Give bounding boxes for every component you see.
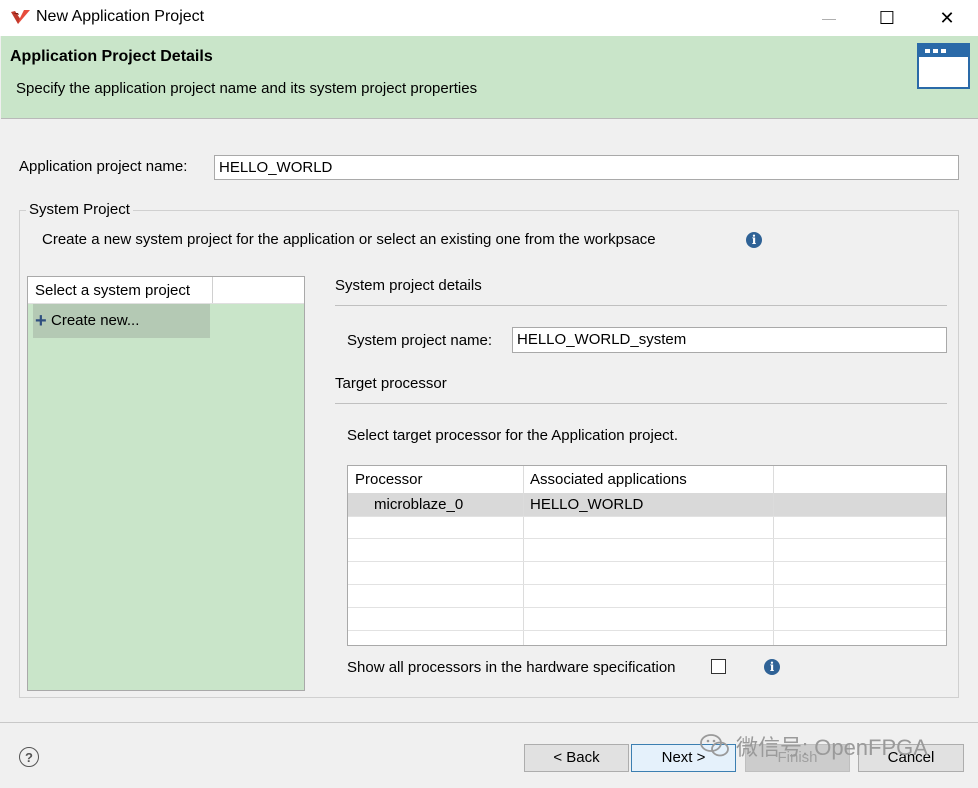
select-target-instruction: Select target processor for the Applicat…: [347, 427, 679, 444]
system-project-list[interactable]: Select a system project + Create new...: [27, 276, 305, 691]
app-project-name-label: Application project name:: [19, 158, 188, 175]
application-window-icon: [917, 43, 970, 89]
vivado-logo-icon: [11, 10, 30, 24]
wechat-icon: [700, 734, 729, 757]
column-divider: [523, 466, 524, 645]
title-bar: New Application Project — ☐ ✕: [0, 0, 978, 36]
divider: [335, 305, 947, 306]
app-project-name-input[interactable]: HELLO_WORLD: [214, 155, 959, 180]
info-icon[interactable]: i: [764, 659, 780, 675]
show-all-processors-checkbox[interactable]: [711, 659, 726, 674]
watermark-text: 微信号: OpenFPGA: [736, 735, 928, 760]
close-icon: ✕: [939, 7, 955, 28]
row-divider: [348, 630, 946, 631]
system-project-description: Create a new system project for the appl…: [42, 231, 656, 248]
table-cell-applications: HELLO_WORLD: [530, 496, 644, 513]
processor-table[interactable]: Processor Associated applications microb…: [347, 465, 947, 646]
show-all-processors-label: Show all processors in the hardware spec…: [347, 659, 676, 676]
close-button[interactable]: ✕: [918, 0, 976, 36]
window-title: New Application Project: [36, 8, 205, 25]
watermark: 微信号: OpenFPGA: [700, 730, 928, 762]
system-project-group-label: System Project: [26, 201, 133, 218]
wizard-header: Application Project Details Specify the …: [1, 36, 978, 119]
row-divider: [348, 538, 946, 539]
system-project-name-label: System project name:: [347, 332, 493, 349]
list-item-create-new[interactable]: + Create new...: [33, 304, 210, 338]
page-subtitle: Specify the application project name and…: [16, 80, 478, 97]
help-icon[interactable]: ?: [19, 747, 39, 767]
row-divider: [348, 607, 946, 608]
column-header-processor[interactable]: Processor: [355, 466, 423, 492]
minimize-icon: —: [822, 10, 836, 26]
table-cell-processor: microblaze_0: [374, 496, 464, 513]
list-header-label: Select a system project: [35, 282, 191, 299]
column-divider: [773, 466, 774, 645]
row-divider: [348, 561, 946, 562]
maximize-button[interactable]: ☐: [858, 0, 916, 36]
list-item-label: Create new...: [51, 312, 140, 329]
row-divider: [348, 516, 946, 517]
list-header: Select a system project: [28, 277, 304, 304]
column-divider: [212, 277, 213, 303]
system-project-name-input[interactable]: HELLO_WORLD_system: [512, 327, 947, 353]
maximize-icon: ☐: [878, 7, 896, 28]
page-title: Application Project Details: [10, 48, 213, 65]
minimize-button[interactable]: —: [800, 0, 858, 36]
target-processor-heading: Target processor: [335, 375, 447, 392]
row-divider: [348, 584, 946, 585]
footer-divider: [0, 722, 978, 723]
column-header-associated-applications[interactable]: Associated applications: [530, 466, 687, 492]
back-button[interactable]: < Back: [524, 744, 629, 772]
info-icon[interactable]: i: [746, 232, 762, 248]
plus-icon: +: [35, 310, 47, 332]
system-project-details-heading: System project details: [335, 277, 482, 294]
divider: [335, 403, 947, 404]
